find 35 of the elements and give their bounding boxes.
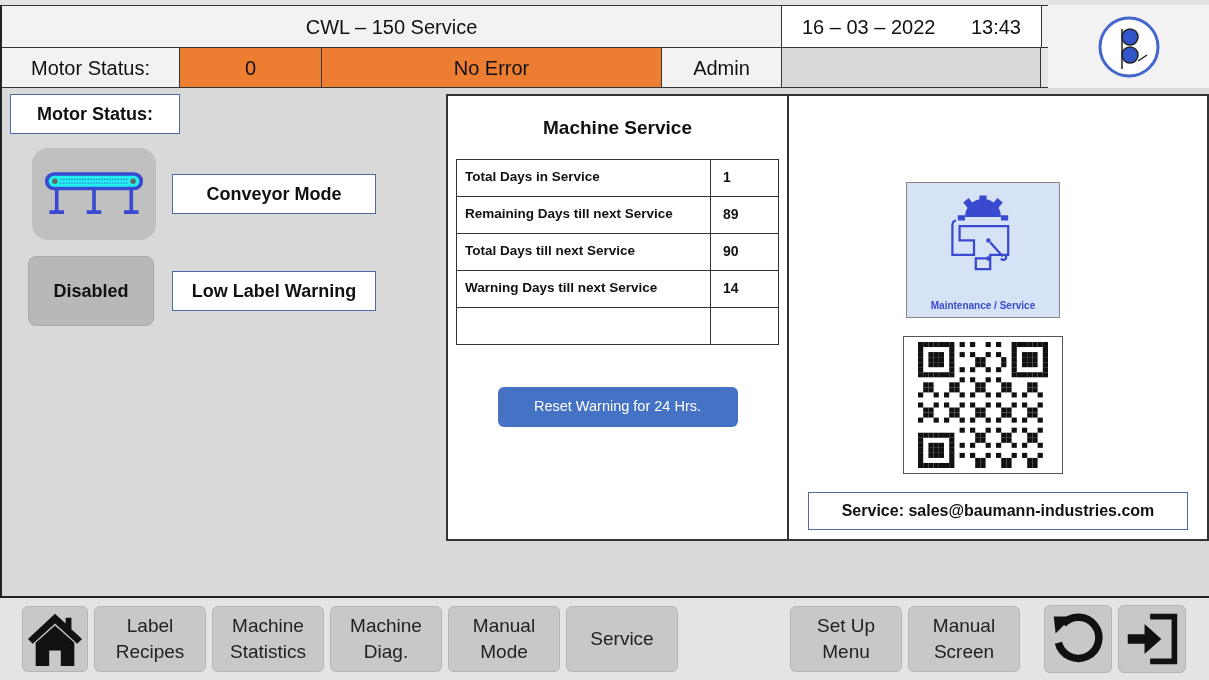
panel-title: Machine Service bbox=[543, 116, 692, 140]
contact-text: Service: sales@baumann-industries.com bbox=[808, 492, 1188, 530]
date-text: 16 – 03 – 2022 bbox=[802, 14, 936, 40]
logo-icon bbox=[1096, 14, 1161, 79]
table-cell: Remaining Days till next Service bbox=[457, 196, 711, 233]
status-label: Motor Status: bbox=[2, 48, 180, 87]
nav-button[interactable]: Set Up Menu bbox=[790, 606, 902, 672]
status-code: 0 bbox=[180, 48, 322, 87]
logout-button[interactable] bbox=[1118, 605, 1186, 673]
nav-button[interactable]: Machine Diag. bbox=[330, 606, 442, 672]
section-heading: Motor Status: bbox=[10, 94, 180, 134]
nav-button[interactable]: Machine Statistics bbox=[212, 606, 324, 672]
mode-label: Conveyor Mode bbox=[172, 174, 376, 214]
user-name: Admin bbox=[662, 48, 782, 87]
reset-button[interactable]: Reset Warning for 24 Hrs. bbox=[497, 386, 738, 427]
nav-button[interactable]: Manual Screen bbox=[908, 606, 1020, 672]
conveyor-button[interactable] bbox=[32, 148, 156, 240]
status-message: No Error bbox=[322, 48, 662, 87]
table-cell-text: 1 bbox=[722, 168, 732, 187]
table-cell: Total Days till next Service bbox=[457, 233, 711, 270]
nav-button[interactable]: Manual Mode bbox=[448, 606, 560, 672]
nav-button[interactable]: Service bbox=[566, 606, 678, 672]
home-button[interactable] bbox=[22, 606, 88, 672]
table-cell-text: 14 bbox=[722, 279, 740, 298]
table-cell-text: 90 bbox=[722, 242, 740, 261]
refresh-button[interactable] bbox=[1044, 605, 1112, 673]
tile-caption: Maintenance / Service bbox=[930, 299, 1036, 313]
warning-toggle-button[interactable]: Disabled bbox=[28, 256, 154, 326]
time-text: 13:43 bbox=[970, 14, 1021, 40]
table-cell: Warning Days till next Service bbox=[457, 270, 711, 307]
table-cell-text: 89 bbox=[722, 205, 740, 224]
nav-button[interactable]: Label Recipes bbox=[94, 606, 206, 672]
table-cell: Total Days in Service bbox=[457, 159, 711, 196]
conveyor-icon bbox=[44, 171, 144, 217]
warning-label: Low Label Warning bbox=[172, 271, 376, 311]
